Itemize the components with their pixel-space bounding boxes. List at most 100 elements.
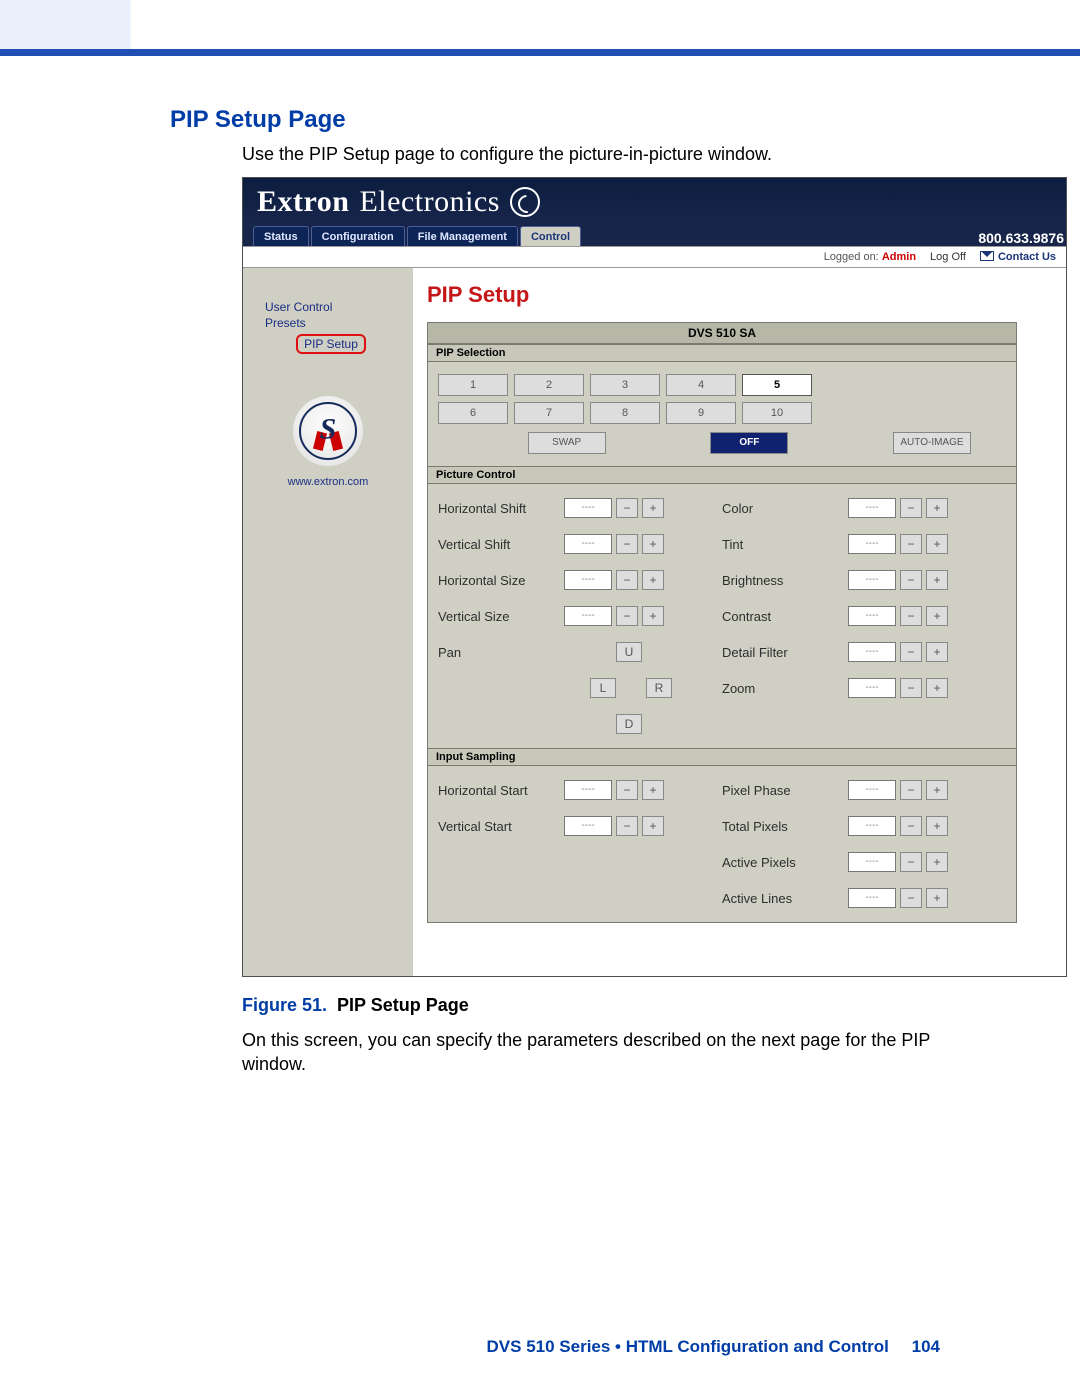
label-tint: Tint <box>722 537 844 552</box>
pan-down[interactable]: D <box>616 714 642 734</box>
pan-up[interactable]: U <box>616 642 642 662</box>
contact-us-link[interactable]: Contact Us <box>980 251 1056 263</box>
label-hsize: Horizontal Size <box>438 573 560 588</box>
color-minus[interactable]: − <box>900 498 922 518</box>
tab-file-management[interactable]: File Management <box>407 226 518 246</box>
sidebar-item-presets[interactable]: Presets <box>253 316 403 330</box>
pip-btn-3[interactable]: 3 <box>590 374 660 396</box>
pip-btn-2[interactable]: 2 <box>514 374 584 396</box>
apixels-value[interactable]: ---- <box>848 852 896 872</box>
vstart-plus[interactable]: + <box>642 816 664 836</box>
swap-button[interactable]: SWAP <box>528 432 606 454</box>
tab-status[interactable]: Status <box>253 226 309 246</box>
apixels-minus[interactable]: − <box>900 852 922 872</box>
contrast-plus[interactable]: + <box>926 606 948 626</box>
bright-minus[interactable]: − <box>900 570 922 590</box>
pip-btn-1[interactable]: 1 <box>438 374 508 396</box>
vshift-minus[interactable]: − <box>616 534 638 554</box>
page-footer: DVS 510 Series • HTML Configuration and … <box>487 1337 940 1357</box>
pip-btn-10[interactable]: 10 <box>742 402 812 424</box>
auto-image-button[interactable]: AUTO-IMAGE <box>893 432 971 454</box>
footer-text: DVS 510 Series • HTML Configuration and … <box>487 1337 889 1356</box>
hstart-minus[interactable]: − <box>616 780 638 800</box>
sidebar-item-pip-setup[interactable]: PIP Setup <box>296 334 366 354</box>
color-value[interactable]: ---- <box>848 498 896 518</box>
main-panel: PIP Setup DVS 510 SA PIP Selection 1 2 3… <box>413 268 1066 976</box>
color-plus[interactable]: + <box>926 498 948 518</box>
zoom-plus[interactable]: + <box>926 678 948 698</box>
detail-plus[interactable]: + <box>926 642 948 662</box>
pip-btn-6[interactable]: 6 <box>438 402 508 424</box>
hsize-plus[interactable]: + <box>642 570 664 590</box>
vstart-minus[interactable]: − <box>616 816 638 836</box>
pphase-minus[interactable]: − <box>900 780 922 800</box>
pip-btn-9[interactable]: 9 <box>666 402 736 424</box>
bright-value[interactable]: ---- <box>848 570 896 590</box>
detail-minus[interactable]: − <box>900 642 922 662</box>
pip-btn-7[interactable]: 7 <box>514 402 584 424</box>
vsize-value[interactable]: ---- <box>564 606 612 626</box>
hstart-value[interactable]: ---- <box>564 780 612 800</box>
pan-right[interactable]: R <box>646 678 672 698</box>
pip-btn-8[interactable]: 8 <box>590 402 660 424</box>
label-contrast: Contrast <box>722 609 844 624</box>
contrast-minus[interactable]: − <box>900 606 922 626</box>
contact-us-label: Contact Us <box>998 251 1056 263</box>
figure-caption: Figure 51. PIP Setup Page <box>242 995 940 1016</box>
hshift-plus[interactable]: + <box>642 498 664 518</box>
vsize-minus[interactable]: − <box>616 606 638 626</box>
detail-value[interactable]: ---- <box>848 642 896 662</box>
alines-value[interactable]: ---- <box>848 888 896 908</box>
doc-top-stripe <box>0 0 1080 56</box>
alines-minus[interactable]: − <box>900 888 922 908</box>
hsize-value[interactable]: ---- <box>564 570 612 590</box>
device-title: DVS 510 SA <box>428 323 1016 344</box>
tpixels-plus[interactable]: + <box>926 816 948 836</box>
label-vstart: Vertical Start <box>438 819 560 834</box>
label-hshift: Horizontal Shift <box>438 501 560 516</box>
main-heading: PIP Setup <box>427 282 1056 308</box>
envelope-icon <box>980 251 994 261</box>
extron-badge-icon <box>293 396 363 466</box>
contrast-value[interactable]: ---- <box>848 606 896 626</box>
vshift-plus[interactable]: + <box>642 534 664 554</box>
sidebar-item-user-control[interactable]: User Control <box>253 300 403 314</box>
off-button[interactable]: OFF <box>710 432 788 454</box>
brand-bold: Extron <box>257 185 349 219</box>
pip-btn-4[interactable]: 4 <box>666 374 736 396</box>
pphase-value[interactable]: ---- <box>848 780 896 800</box>
tab-configuration[interactable]: Configuration <box>311 226 405 246</box>
pan-left[interactable]: L <box>590 678 616 698</box>
tint-value[interactable]: ---- <box>848 534 896 554</box>
tpixels-minus[interactable]: − <box>900 816 922 836</box>
bright-plus[interactable]: + <box>926 570 948 590</box>
label-pphase: Pixel Phase <box>722 783 844 798</box>
pip-btn-5[interactable]: 5 <box>742 374 812 396</box>
log-off-link[interactable]: Log Off <box>930 251 966 263</box>
hshift-minus[interactable]: − <box>616 498 638 518</box>
intro-text: Use the PIP Setup page to configure the … <box>242 144 940 165</box>
tpixels-value[interactable]: ---- <box>848 816 896 836</box>
vsize-plus[interactable]: + <box>642 606 664 626</box>
zoom-minus[interactable]: − <box>900 678 922 698</box>
label-zoom: Zoom <box>722 681 844 696</box>
tint-plus[interactable]: + <box>926 534 948 554</box>
pphase-plus[interactable]: + <box>926 780 948 800</box>
vshift-value[interactable]: ---- <box>564 534 612 554</box>
tab-control[interactable]: Control <box>520 226 581 246</box>
figure-number: Figure 51. <box>242 995 327 1015</box>
alines-plus[interactable]: + <box>926 888 948 908</box>
status-bar: Logged on: Admin Log Off Contact Us <box>243 246 1066 268</box>
group-input-sampling: Input Sampling <box>428 748 1016 766</box>
section-heading: PIP Setup Page <box>170 106 940 134</box>
hshift-value[interactable]: ---- <box>564 498 612 518</box>
vstart-value[interactable]: ---- <box>564 816 612 836</box>
apixels-plus[interactable]: + <box>926 852 948 872</box>
sidebar: User Control Presets PIP Setup www.extro… <box>243 268 413 976</box>
sidebar-url[interactable]: www.extron.com <box>288 476 369 488</box>
logged-on-label: Logged on: <box>824 251 882 263</box>
zoom-value[interactable]: ---- <box>848 678 896 698</box>
hstart-plus[interactable]: + <box>642 780 664 800</box>
hsize-minus[interactable]: − <box>616 570 638 590</box>
tint-minus[interactable]: − <box>900 534 922 554</box>
